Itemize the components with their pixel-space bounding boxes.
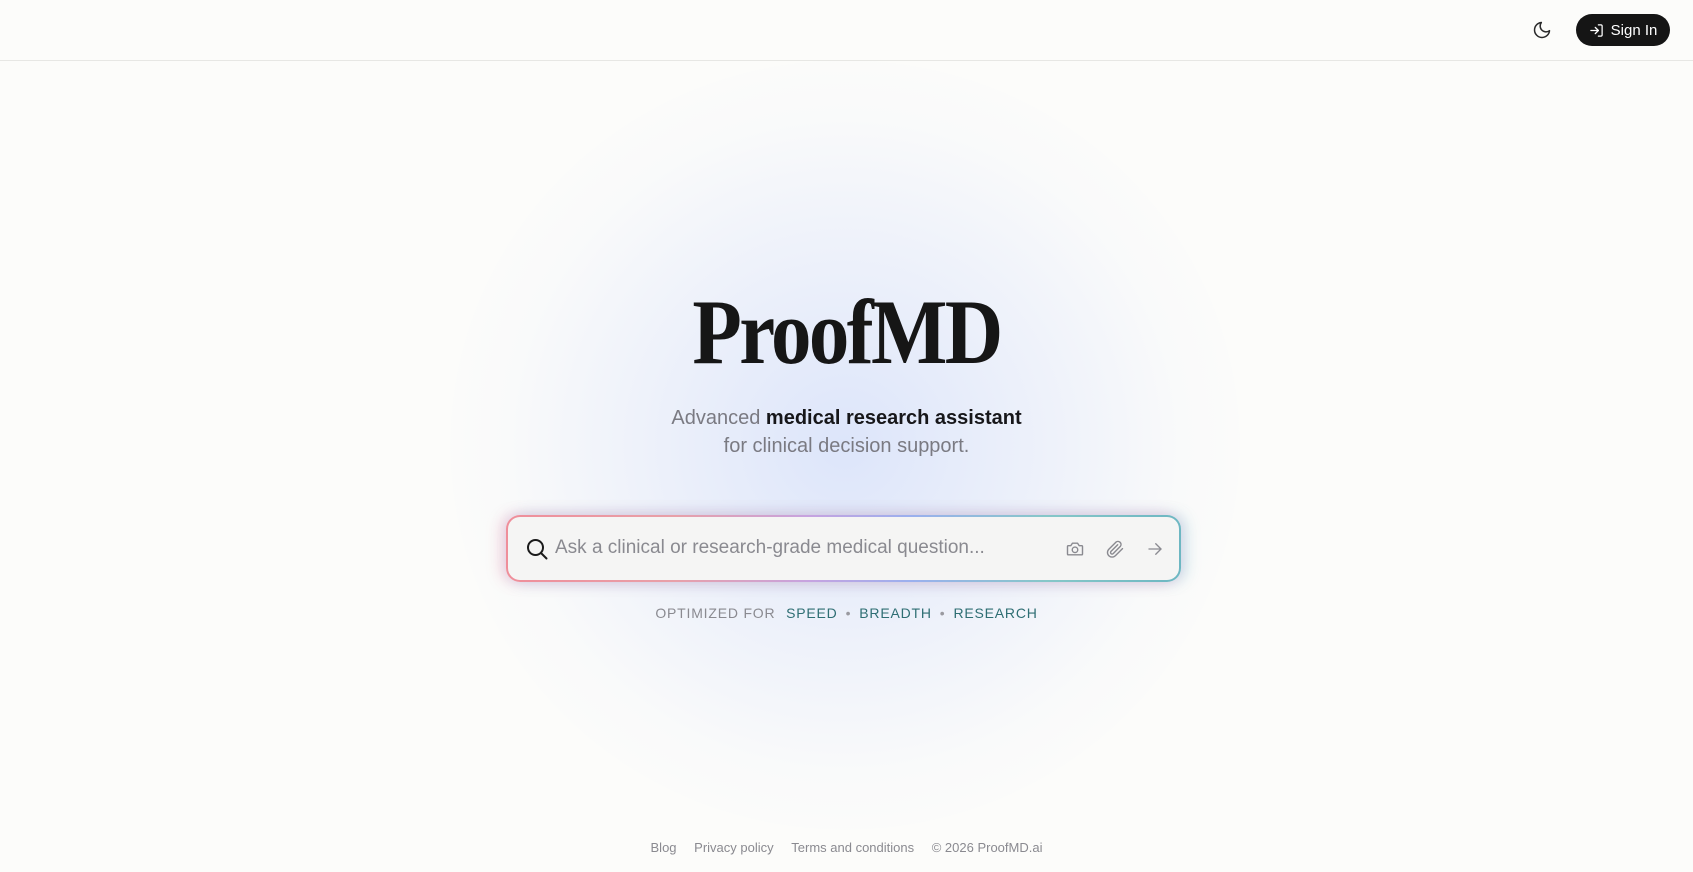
tagline-line-2: for clinical decision support.	[723, 435, 970, 457]
separator-dot: •	[939, 605, 946, 621]
top-bar: Sign In	[0, 0, 1693, 61]
camera-button[interactable]	[1063, 537, 1087, 561]
search-icon	[527, 539, 548, 560]
separator-dot: •	[845, 605, 852, 621]
page: Sign In ProofMD Advanced medical researc…	[0, 0, 1693, 872]
camera-icon	[1066, 542, 1084, 556]
tagline-line-1: Advanced medical research assistant	[0, 404, 1693, 432]
attach-button[interactable]	[1103, 537, 1127, 561]
sign-in-label: Sign In	[1610, 21, 1658, 39]
mode-breadth: BREADTH	[859, 605, 932, 621]
footer-link-blog[interactable]: Blog	[651, 840, 677, 855]
arrow-right-icon	[1148, 543, 1162, 555]
search-box	[508, 517, 1179, 580]
footer-link-terms[interactable]: Terms and conditions	[791, 840, 914, 855]
search-bar	[506, 515, 1181, 582]
theme-toggle-button[interactable]	[1524, 15, 1559, 45]
brand-logo: ProofMD	[692, 281, 1003, 383]
search-input[interactable]	[555, 529, 1035, 567]
sign-in-button[interactable]: Sign In	[1576, 14, 1670, 46]
mode-research: RESEARCH	[953, 605, 1038, 621]
moon-icon	[1533, 21, 1550, 39]
optimized-label: OPTIMIZED FOR	[655, 605, 776, 621]
tagline-prefix: Advanced	[671, 407, 766, 429]
footer-copyright: © 2026 ProofMD.ai	[931, 840, 1043, 855]
footer-link-privacy[interactable]: Privacy policy	[694, 840, 773, 855]
mode-speed: SPEED	[786, 605, 838, 621]
paperclip-icon	[1106, 540, 1124, 558]
optimized-for-row: OPTIMIZED FOR SPEED • BREADTH • RESEARCH	[0, 605, 1693, 621]
tagline: Advanced medical research assistant for …	[0, 404, 1693, 460]
footer: Blog Privacy policy Terms and conditions…	[0, 840, 1693, 855]
tagline-highlight: medical research assistant	[765, 407, 1022, 429]
send-button[interactable]	[1143, 537, 1167, 561]
sign-in-icon	[1589, 23, 1603, 37]
